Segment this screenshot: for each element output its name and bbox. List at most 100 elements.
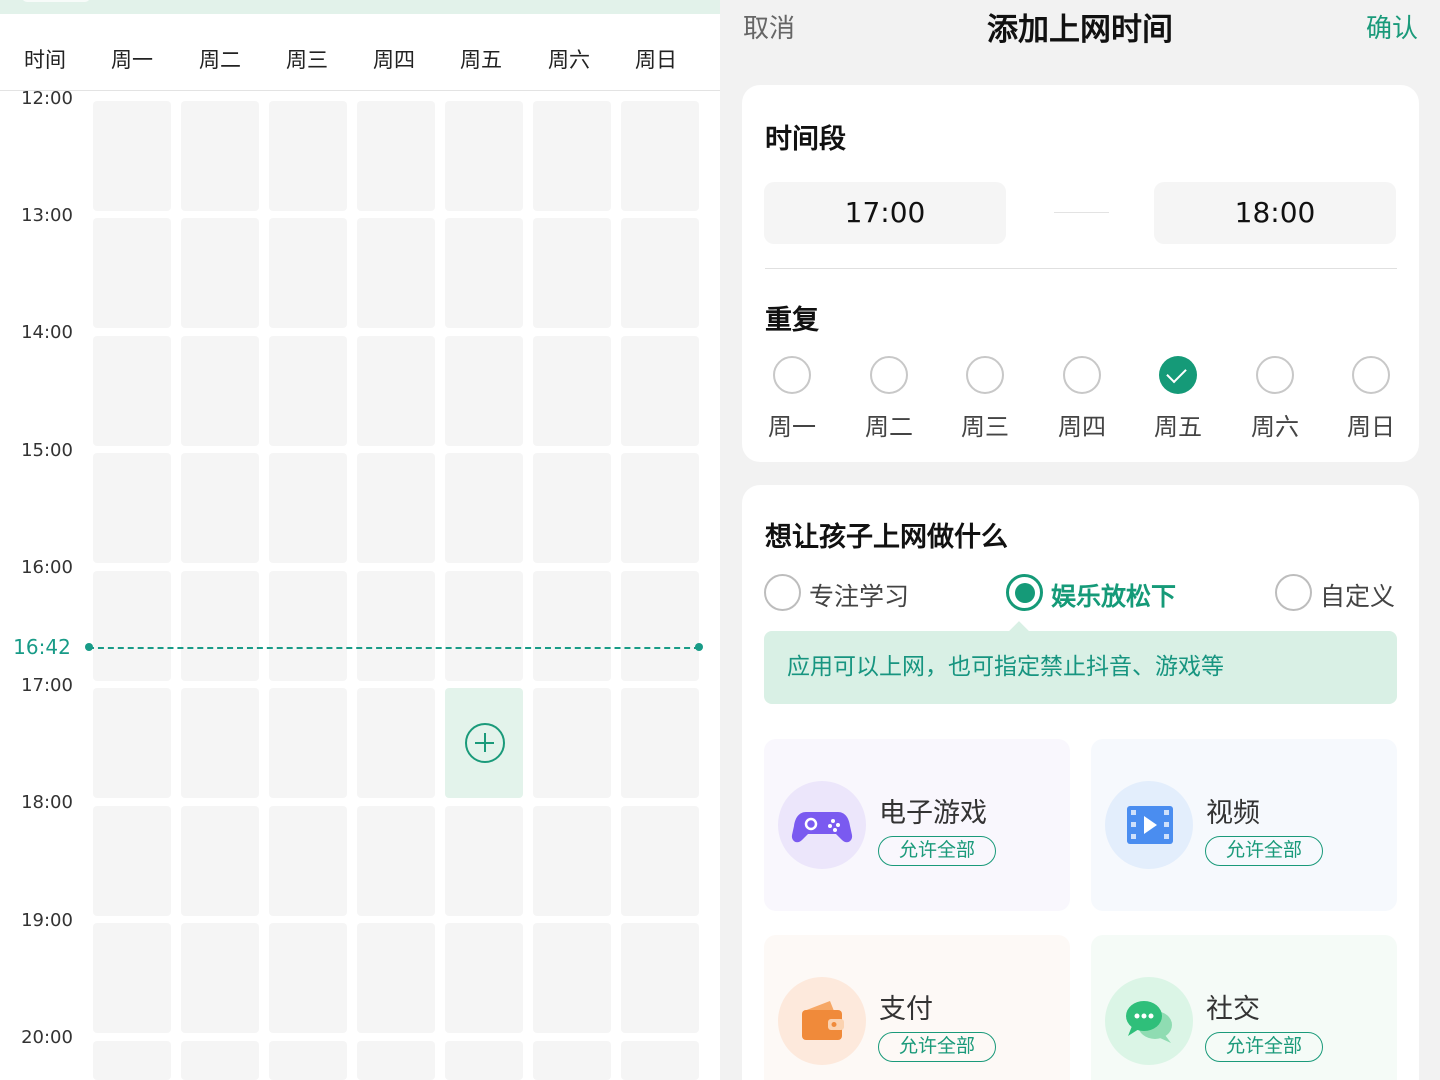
- allow-all-button[interactable]: 允许全部: [1205, 836, 1323, 866]
- radio-circle: [764, 574, 801, 611]
- time-slot-cell[interactable]: [357, 101, 435, 211]
- time-slot-cell[interactable]: [621, 923, 699, 1033]
- time-slot-cell[interactable]: [621, 336, 699, 446]
- time-slot-cell[interactable]: [181, 101, 259, 211]
- category-name: 社交: [1206, 994, 1260, 1025]
- allow-all-button[interactable]: 允许全部: [1205, 1032, 1323, 1062]
- time-slot-cell[interactable]: [93, 453, 171, 563]
- time-slot-cell[interactable]: [181, 1041, 259, 1080]
- repeat-day-sat[interactable]: 周六: [1240, 353, 1310, 443]
- day-header-thu: 周四: [373, 48, 415, 72]
- time-slot-cell[interactable]: [269, 1041, 347, 1080]
- time-slot-cell[interactable]: [533, 688, 611, 798]
- time-slot-cell[interactable]: [93, 218, 171, 328]
- time-slot-cell[interactable]: [93, 923, 171, 1033]
- checkbox-circle: [1352, 356, 1390, 394]
- allow-all-button[interactable]: 允许全部: [878, 1032, 996, 1062]
- time-slot-cell[interactable]: [181, 453, 259, 563]
- time-slot-cell[interactable]: [269, 923, 347, 1033]
- repeat-day-thu[interactable]: 周四: [1047, 353, 1117, 443]
- repeat-day-mon[interactable]: 周一: [757, 353, 827, 443]
- category-games[interactable]: 电子游戏 允许全部: [764, 739, 1070, 911]
- time-slot-cell[interactable]: [533, 806, 611, 916]
- repeat-day-fri[interactable]: 周五: [1143, 353, 1213, 443]
- time-slot-cell[interactable]: [181, 336, 259, 446]
- time-slot-cell[interactable]: [533, 218, 611, 328]
- time-slot-cell[interactable]: [357, 1041, 435, 1080]
- time-slot-cell[interactable]: [533, 571, 611, 681]
- time-slot-cell[interactable]: [445, 218, 523, 328]
- time-slot-cell[interactable]: [621, 571, 699, 681]
- time-slot-cell[interactable]: [357, 688, 435, 798]
- day-header-wed: 周三: [286, 48, 328, 72]
- time-slot-cell[interactable]: [93, 571, 171, 681]
- time-slot-cell[interactable]: [93, 1041, 171, 1080]
- time-slot-cell[interactable]: [93, 688, 171, 798]
- time-slot-cell[interactable]: [269, 806, 347, 916]
- time-slot-cell[interactable]: [357, 806, 435, 916]
- repeat-day-sun[interactable]: 周日: [1336, 353, 1406, 443]
- time-slot-cell[interactable]: [93, 101, 171, 211]
- mode-label: 自定义: [1320, 582, 1396, 611]
- end-time-picker[interactable]: 18:00: [1154, 182, 1396, 244]
- confirm-button[interactable]: 确认: [1366, 8, 1418, 45]
- time-slot-cell[interactable]: [269, 453, 347, 563]
- time-slot-cell[interactable]: [93, 806, 171, 916]
- time-slot-cell[interactable]: [445, 571, 523, 681]
- category-social[interactable]: 社交 允许全部: [1091, 935, 1397, 1080]
- time-slot-cell[interactable]: [533, 101, 611, 211]
- repeat-day-label: 周三: [961, 413, 1009, 441]
- time-slot-cell[interactable]: [621, 101, 699, 211]
- category-video[interactable]: 视频 允许全部: [1091, 739, 1397, 911]
- time-slot-cell[interactable]: [533, 336, 611, 446]
- time-slot-cell[interactable]: [269, 336, 347, 446]
- time-slot-cell[interactable]: [445, 101, 523, 211]
- time-slot-cell[interactable]: [533, 923, 611, 1033]
- time-slot-cell[interactable]: [445, 453, 523, 563]
- time-slot-cell[interactable]: [445, 1041, 523, 1080]
- day-header-mon: 周一: [111, 48, 153, 72]
- time-slot-cell[interactable]: [357, 336, 435, 446]
- time-slot-cell[interactable]: [357, 453, 435, 563]
- time-slot-cell[interactable]: [621, 806, 699, 916]
- mode-label: 专注学习: [809, 582, 910, 611]
- add-slot-icon[interactable]: [465, 723, 505, 763]
- time-slot-cell[interactable]: [445, 806, 523, 916]
- time-slot-cell[interactable]: [621, 1041, 699, 1080]
- time-slot-cell[interactable]: [621, 688, 699, 798]
- category-payment[interactable]: 支付 允许全部: [764, 935, 1070, 1080]
- time-slot-cell[interactable]: [445, 336, 523, 446]
- time-slot-cell[interactable]: [533, 1041, 611, 1080]
- repeat-title: 重复: [765, 305, 819, 336]
- mode-option-entertainment[interactable]: 娱乐放松下: [1006, 573, 1196, 613]
- time-slot-cell[interactable]: [269, 688, 347, 798]
- time-slot-cell[interactable]: [181, 218, 259, 328]
- time-slot-cell[interactable]: [181, 923, 259, 1033]
- repeat-day-label: 周一: [768, 413, 816, 441]
- time-slot-cell[interactable]: [269, 571, 347, 681]
- time-slot-cell[interactable]: [181, 806, 259, 916]
- period-title: 时间段: [765, 124, 846, 155]
- time-slot-cell[interactable]: [269, 218, 347, 328]
- time-slot-cell[interactable]: [357, 218, 435, 328]
- repeat-day-label: 周日: [1347, 413, 1395, 441]
- time-slot-cell[interactable]: [621, 218, 699, 328]
- time-slot-cell[interactable]: [269, 101, 347, 211]
- time-slot-cell[interactable]: [445, 923, 523, 1033]
- hour-label: 15:00: [21, 440, 73, 461]
- repeat-day-tue[interactable]: 周二: [854, 353, 924, 443]
- start-time-picker[interactable]: 17:00: [764, 182, 1006, 244]
- mode-option-custom[interactable]: 自定义: [1275, 573, 1405, 613]
- time-slot-cell[interactable]: [533, 453, 611, 563]
- allow-all-button[interactable]: 允许全部: [878, 836, 996, 866]
- repeat-day-wed[interactable]: 周三: [950, 353, 1020, 443]
- time-slot-cell[interactable]: [357, 923, 435, 1033]
- time-slot-cell[interactable]: [93, 336, 171, 446]
- time-slot-cell[interactable]: [181, 688, 259, 798]
- category-name: 视频: [1206, 798, 1260, 829]
- hour-label: 12:00: [21, 88, 73, 109]
- mode-option-study[interactable]: 专注学习: [764, 573, 924, 613]
- time-slot-cell[interactable]: [357, 571, 435, 681]
- time-slot-cell[interactable]: [181, 571, 259, 681]
- time-slot-cell[interactable]: [621, 453, 699, 563]
